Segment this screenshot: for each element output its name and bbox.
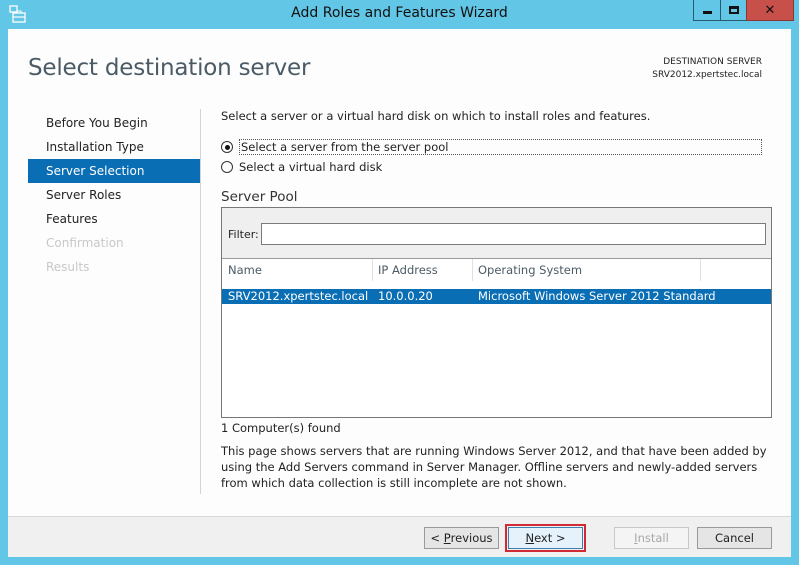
next-rest: ext >	[534, 531, 566, 545]
column-header-os[interactable]: Operating System	[472, 259, 700, 287]
option-server-pool[interactable]: Select a server from the server pool	[221, 139, 762, 155]
cell-os: Microsoft Windows Server 2012 Standard	[478, 289, 716, 303]
window-title: Add Roles and Features Wizard	[291, 5, 508, 21]
minimize-icon	[702, 11, 712, 14]
table-row[interactable]: SRV2012.xpertstec.local 10.0.0.20 Micros…	[222, 289, 771, 304]
install-rest: nstall	[637, 531, 669, 545]
radio-server-pool[interactable]	[221, 141, 233, 153]
radio-virtual-hard-disk[interactable]	[221, 161, 233, 173]
nav-item-installation-type[interactable]: Installation Type	[28, 135, 200, 159]
destination-value: SRV2012.xpertstec.local	[652, 70, 762, 80]
previous-prefix: <	[430, 531, 444, 545]
page-title: Select destination server	[28, 55, 311, 81]
wizard-client-area: Select destination server DESTINATION SE…	[8, 29, 791, 557]
minimize-button[interactable]	[693, 0, 721, 21]
nav-item-server-selection[interactable]: Server Selection	[28, 159, 200, 183]
found-count: 1 Computer(s) found	[221, 421, 341, 435]
option-virtual-hard-disk-label[interactable]: Select a virtual hard disk	[239, 160, 382, 174]
wizard-footer: < Previous Next > Install Cancel	[8, 516, 791, 557]
wizard-nav: Before You Begin Installation Type Serve…	[28, 111, 200, 279]
nav-item-confirmation: Confirmation	[46, 236, 124, 250]
close-icon: ✕	[764, 2, 776, 18]
previous-button[interactable]: < Previous	[424, 527, 499, 549]
nav-item-before-you-begin[interactable]: Before You Begin	[28, 111, 200, 135]
maximize-button[interactable]	[720, 0, 747, 21]
install-button: Install	[614, 527, 689, 549]
nav-item-server-roles[interactable]: Server Roles	[28, 183, 200, 207]
column-header-ip[interactable]: IP Address	[372, 259, 472, 287]
nav-item-features[interactable]: Features	[28, 207, 200, 231]
filter-input[interactable]	[261, 223, 766, 245]
nav-item-results: Results	[46, 260, 90, 274]
maximize-icon	[728, 6, 739, 14]
title-bar[interactable]: Add Roles and Features Wizard ✕	[0, 0, 799, 29]
server-grid: Name IP Address Operating System SRV2012…	[222, 258, 771, 417]
wizard-window: Add Roles and Features Wizard ✕ Select d…	[0, 0, 799, 565]
previous-rest: revious	[450, 531, 493, 545]
server-pool-panel: Filter: Name IP Address Operating System…	[221, 207, 772, 418]
previous-accel: P	[443, 531, 451, 545]
destination-label: DESTINATION SERVER	[663, 57, 762, 67]
column-header-name[interactable]: Name	[222, 259, 372, 287]
server-pool-title: Server Pool	[221, 189, 298, 205]
option-server-pool-label[interactable]: Select a server from the server pool	[239, 139, 762, 155]
close-button[interactable]: ✕	[746, 0, 794, 21]
next-button[interactable]: Next >	[505, 524, 586, 552]
option-virtual-hard-disk[interactable]: Select a virtual hard disk	[221, 160, 382, 174]
destination-server: DESTINATION SERVER SRV2012.xpertstec.loc…	[652, 56, 762, 82]
intro-text: Select a server or a virtual hard disk o…	[221, 109, 651, 123]
nav-divider	[200, 109, 201, 494]
cell-ip: 10.0.0.20	[378, 289, 433, 303]
filter-label: Filter:	[228, 228, 259, 241]
cell-name: SRV2012.xpertstec.local	[228, 289, 369, 303]
description-text: This page shows servers that are running…	[221, 444, 767, 490]
column-separator[interactable]	[700, 259, 701, 281]
cancel-button[interactable]: Cancel	[697, 527, 772, 549]
next-accel: N	[525, 531, 535, 545]
